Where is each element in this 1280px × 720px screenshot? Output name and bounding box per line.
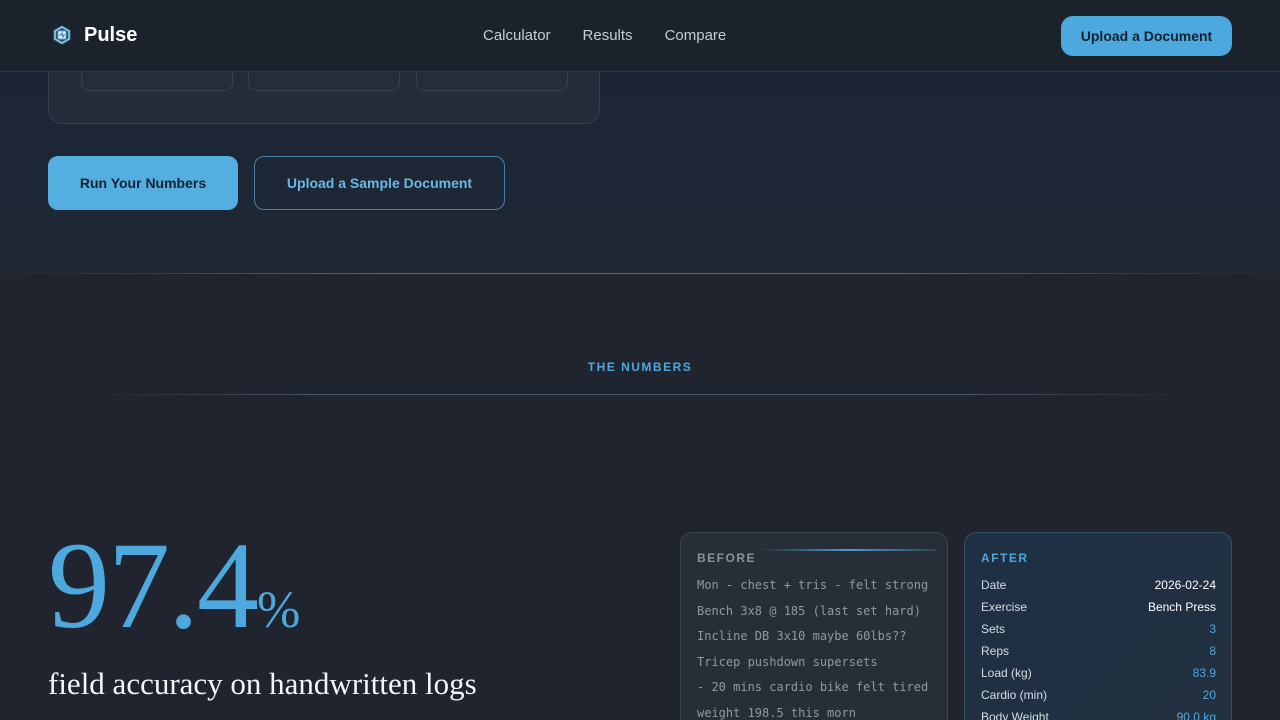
main-nav: Calculator Results Compare xyxy=(483,27,726,44)
section-label: THE NUMBERS xyxy=(587,360,693,374)
run-your-numbers-button[interactable]: Run Your Numbers xyxy=(48,156,238,210)
field-row: Date 2026-02-24 xyxy=(981,578,1216,600)
nav-link-calculator[interactable]: Calculator xyxy=(483,27,551,44)
upload-document-button[interactable]: Upload a Document xyxy=(1061,16,1232,56)
before-accent-line xyxy=(761,549,936,551)
hero-section: Run Your Numbers Upload a Sample Documen… xyxy=(0,50,1280,274)
field-label: Date xyxy=(981,578,1007,592)
parsed-fields: Date 2026-02-24 Exercise Bench Press Set… xyxy=(981,578,1216,720)
field-label: Body Weight xyxy=(981,710,1049,720)
field-row: Load (kg) 83.9 xyxy=(981,666,1216,688)
field-label: Load (kg) xyxy=(981,666,1032,680)
accuracy-unit: % xyxy=(257,582,301,639)
handwritten-log-list: Mon - chest + tris - felt strong Bench 3… xyxy=(697,578,928,720)
before-title: BEFORE xyxy=(697,551,757,565)
field-row: Reps 8 xyxy=(981,644,1216,666)
accuracy-value: 97.4 xyxy=(48,517,259,654)
accuracy-caption: field accuracy on handwritten logs xyxy=(48,666,477,701)
field-label: Reps xyxy=(981,644,1010,658)
log-line: Bench 3x8 @ 185 (last set hard) xyxy=(697,603,921,618)
brand-logo[interactable]: Pulse xyxy=(50,23,137,47)
field-value: 8 xyxy=(1209,644,1216,658)
field-row: Sets 3 xyxy=(981,622,1216,644)
after-title: AFTER xyxy=(981,551,1029,565)
nav-link-compare[interactable]: Compare xyxy=(665,27,727,44)
field-value: 90.0 kg xyxy=(1176,710,1216,720)
field-label: Sets xyxy=(981,622,1006,636)
log-line: weight 198.5 this morn xyxy=(697,705,856,720)
field-value: 83.9 xyxy=(1192,666,1216,680)
log-line: Mon - chest + tris - felt strong xyxy=(697,578,929,592)
section-divider xyxy=(0,273,1280,274)
field-value: Bench Press xyxy=(1147,600,1216,614)
upload-sample-document-button[interactable]: Upload a Sample Document xyxy=(254,156,505,210)
field-value: 20 xyxy=(1202,688,1216,702)
field-value: 3 xyxy=(1209,622,1216,636)
field-value: 2026-02-24 xyxy=(1154,578,1216,592)
field-label: Exercise xyxy=(981,600,1028,614)
log-line: - 20 mins cardio bike felt tired xyxy=(697,680,929,694)
field-row: Body Weight 90.0 kg xyxy=(981,710,1216,720)
section-rule xyxy=(90,394,1190,395)
top-nav-bar: Pulse Calculator Results Compare Upload … xyxy=(0,0,1280,72)
after-panel: AFTER Date 2026-02-24 Exercise Bench Pre… xyxy=(964,532,1232,720)
nav-link-results[interactable]: Results xyxy=(583,27,633,44)
log-line: Tricep pushdown supersets xyxy=(697,654,878,669)
pulse-logo-icon xyxy=(53,25,71,45)
log-line: Incline DB 3x10 maybe 60lbs?? xyxy=(697,629,907,643)
field-label: Cardio (min) xyxy=(981,688,1048,702)
accuracy-stat: 97.4% xyxy=(48,524,300,648)
before-panel: BEFORE Mon - chest + tris - felt strong … xyxy=(680,532,948,720)
field-row: Cardio (min) 20 xyxy=(981,688,1216,710)
field-row: Exercise Bench Press xyxy=(981,600,1216,622)
brand-name: Pulse xyxy=(84,23,138,46)
